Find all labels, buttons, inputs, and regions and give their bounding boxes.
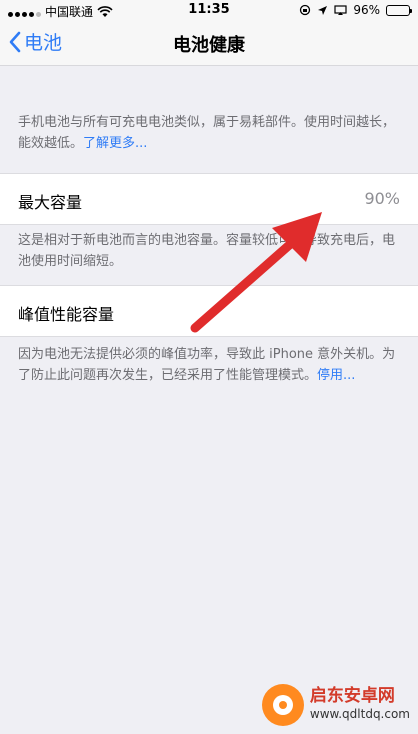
watermark-name: 启东安卓网: [309, 686, 395, 706]
navigation-bar: 电池 电池健康: [0, 20, 418, 66]
watermark-text: 启东安卓网 www.qdltdq.com: [310, 687, 410, 723]
battery-icon: [386, 4, 412, 16]
orientation-lock-icon: [300, 4, 311, 16]
watermark-logo-icon: [261, 684, 304, 726]
learn-more-link[interactable]: 了解更多...: [83, 136, 147, 151]
max-capacity-row: 最大容量 90%: [0, 173, 418, 225]
watermark: 启东安卓网 www.qdltdq.com: [261, 684, 410, 726]
peak-performance-description: 因为电池无法提供必须的峰值功率，导致此 iPhone 意外关机。为了防止此问题再…: [18, 344, 400, 386]
location-icon: [318, 5, 328, 15]
intro-description: 手机电池与所有可充电电池类似，属于易耗部件。使用时间越长，能效越低。了解更多..…: [18, 112, 400, 154]
intro-text: 手机电池与所有可充电电池类似，属于易耗部件。使用时间越长，能效越低。: [18, 115, 396, 151]
max-capacity-description: 这是相对于新电池而言的电池容量。容量较低可能导致充电后，电池使用时间缩短。: [18, 233, 396, 269]
status-bar: 中国联通 11:35 96%: [0, 0, 418, 20]
max-capacity-value: 90%: [364, 189, 400, 208]
screen: 中国联通 11:35 96% 电池 电池健康 手机电池与所有可充电电池类似，属于…: [0, 0, 418, 734]
watermark-url: www.qdltdq.com: [309, 707, 410, 721]
status-right: 96%: [299, 3, 412, 17]
screen-mirroring-icon: [334, 4, 347, 15]
page-title: 电池健康: [173, 35, 245, 56]
disable-link[interactable]: 停用...: [317, 368, 355, 383]
peak-performance-row: 峰值性能容量: [0, 285, 418, 337]
peak-performance-label: 峰值性能容量: [18, 305, 115, 324]
max-capacity-label: 最大容量: [18, 193, 83, 212]
battery-percent: 96%: [353, 3, 380, 17]
